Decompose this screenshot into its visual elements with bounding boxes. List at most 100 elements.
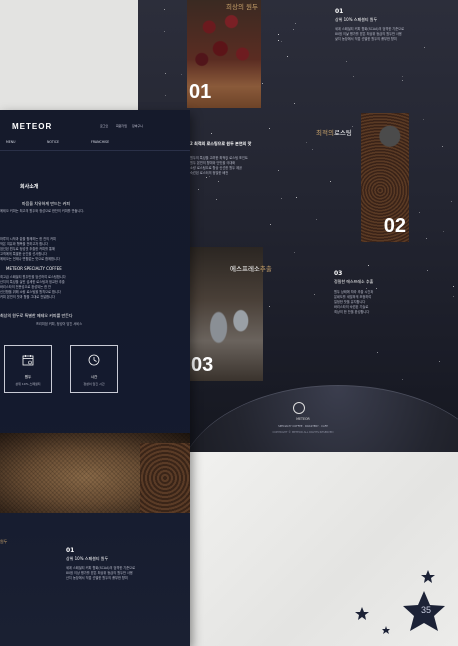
star-icon xyxy=(355,607,369,620)
star-dot xyxy=(426,237,428,239)
panel-body: 원두 상태에 따라 추출 시간과 분쇄도를 세밀하게 조정하여 일정한 맛을 유… xyxy=(334,290,374,314)
panel-heading: 2 최적의 로스팅으로 원두 본연의 맛 xyxy=(190,141,252,146)
promise-title: 최상의 원두로 특별한 메테오 커피를 만든다 xyxy=(0,313,73,318)
menu-item[interactable]: MENU xyxy=(6,140,15,144)
star-dot xyxy=(424,47,426,49)
panel-title: 희상의 원두 xyxy=(226,3,258,11)
star-dot xyxy=(215,199,217,201)
menu-item[interactable]: FRANCHISE xyxy=(91,140,109,144)
star-dot xyxy=(441,146,443,148)
topnav-link[interactable]: 장바구니 xyxy=(132,124,143,128)
bottom-subheading: 상위 10% 스페셜티 원두 xyxy=(66,556,109,561)
coffee-beans-photo: 01 xyxy=(187,0,261,108)
header-divider xyxy=(0,150,190,151)
feature-box-time[interactable]: 시간 정성이 담긴 시간 xyxy=(70,345,118,393)
star-dot xyxy=(198,188,200,190)
promise-sub: 프리미엄 커피, 정성이 담긴 서비스 xyxy=(36,322,83,326)
feature-box-title: 원두 xyxy=(24,375,32,379)
website-page: METEOR 로그인 회원가입 장바구니 MENU NOTICE FRANCHI… xyxy=(0,110,190,646)
star-dot xyxy=(165,94,167,96)
star-dot xyxy=(329,180,331,182)
star-dot xyxy=(311,148,313,150)
star-badge xyxy=(355,570,445,634)
star-dot xyxy=(295,23,297,25)
footer-brand: METEOR xyxy=(296,417,310,421)
star-dot xyxy=(294,103,296,105)
panel-heading: 03 xyxy=(334,270,343,277)
lead-text: 마음을 치유하게 만드는 커피 xyxy=(22,201,70,206)
star-dot xyxy=(305,141,307,143)
bean-pile xyxy=(140,443,190,513)
specialty-title: METEOR SPECIALTY COFFEE xyxy=(6,266,62,271)
specialty-body: 최고급 스페셜티 원두만을 엄선하여 로스팅합니다 산지의 특성을 살린 섬세한… xyxy=(0,275,66,299)
panel-title-left: 에스프레소 xyxy=(230,265,260,273)
panel-body: 원두의 특성을 고려한 최적의 로스팅 포인트 원두 본연의 향미와 단맛을 극… xyxy=(190,156,248,175)
star-dot xyxy=(368,264,370,266)
star-dot xyxy=(314,293,316,295)
header-nav: METEOR 로그인 회원가입 장바구니 MENU NOTICE FRANCHI… xyxy=(0,110,190,150)
panel-title-left: 최적의 xyxy=(316,129,334,137)
star-dot xyxy=(402,80,403,82)
star-dot xyxy=(164,9,165,11)
badge-number: 35 xyxy=(420,605,431,615)
panel-title-right: 추출 xyxy=(259,265,272,273)
star-dot xyxy=(365,287,367,289)
panel-subheading: 상위 10% 스페셜티 원두 xyxy=(335,17,378,22)
star-dot xyxy=(402,379,404,381)
bottom-heading: 01 xyxy=(66,547,75,554)
star-dot xyxy=(281,197,283,199)
panel-title: 에스프레소추출 xyxy=(230,263,272,273)
star-dot xyxy=(278,33,279,35)
star-icon xyxy=(421,570,435,583)
star-dot xyxy=(181,74,183,76)
footer-logo xyxy=(293,402,305,414)
panel-number: 01 xyxy=(189,81,212,103)
star-dot xyxy=(293,252,295,254)
burlap-beans-photo xyxy=(0,433,190,513)
side-label: 원두 xyxy=(0,539,8,544)
star-dot xyxy=(353,75,355,77)
star-dot xyxy=(452,285,454,287)
calendar-icon xyxy=(22,355,34,366)
feature-box-sub: 상위 10% 스페셜티 xyxy=(15,382,41,386)
star-dot xyxy=(270,223,272,225)
feature-box-sub: 정성이 담긴 시간 xyxy=(83,382,105,386)
panel-heading: 01 xyxy=(335,8,344,15)
star-dot xyxy=(451,200,453,202)
roasting-photo: 02 xyxy=(361,113,409,242)
star-dot xyxy=(217,180,219,182)
star-dot xyxy=(316,219,318,221)
footer-info: SPECIALTY COFFEE · ROASTERY · CAFE xyxy=(278,425,328,428)
star-dot xyxy=(278,40,280,42)
star-dot xyxy=(287,56,289,58)
site-logo[interactable]: METEOR xyxy=(12,122,52,131)
star-dot xyxy=(261,82,263,84)
panel-body: 세계 스페셜티 커피 협회(SCAA)의 엄격한 기준으로 80점 이상 평가를… xyxy=(335,27,405,41)
star-dot xyxy=(375,288,377,290)
star-dot xyxy=(268,127,270,129)
star-dot xyxy=(376,352,378,354)
background-top-left xyxy=(0,0,138,110)
star-dot xyxy=(281,40,283,42)
topnav-link[interactable]: 로그인 xyxy=(100,124,108,128)
star-dot xyxy=(426,269,428,271)
star-dot xyxy=(293,28,295,30)
feature-box-title: 시간 xyxy=(90,375,98,379)
star-dot xyxy=(295,197,297,199)
star-dot xyxy=(164,30,166,32)
star-dot xyxy=(438,361,440,363)
star-dot xyxy=(423,119,424,120)
panel-title-right: 로스팅 xyxy=(333,129,352,137)
topnav-link[interactable]: 회원가입 xyxy=(116,124,127,128)
star-dot xyxy=(165,73,167,75)
star-dot xyxy=(211,133,213,135)
feature-box-beans[interactable]: 원두 상위 10% 스페셜티 xyxy=(4,345,52,393)
star-dot xyxy=(443,231,445,233)
panel-subheading: 정밀한 에스프레소 추출 xyxy=(334,279,374,284)
section-title: 회사소개 xyxy=(20,184,39,190)
star-dot xyxy=(345,61,347,63)
star-dot xyxy=(269,306,271,308)
footer-copyright: COPYRIGHT © METEOR ALL RIGHTS RESERVED xyxy=(272,431,334,434)
star-dot xyxy=(419,211,421,213)
menu-item[interactable]: NOTICE xyxy=(47,140,59,144)
